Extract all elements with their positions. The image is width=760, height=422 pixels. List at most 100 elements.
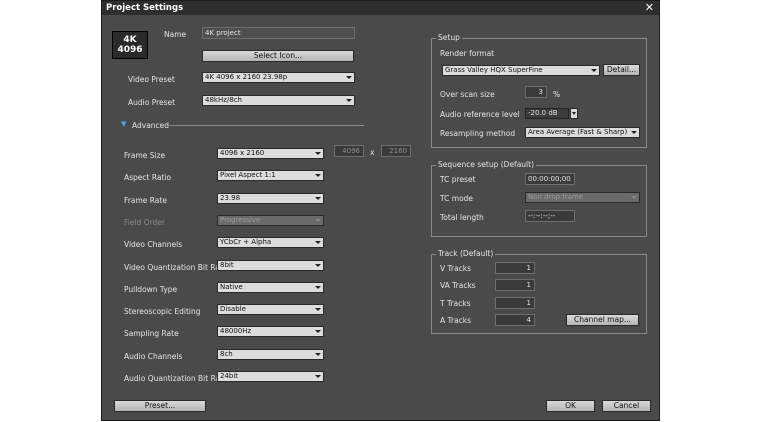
- advanced-row-value: Native: [220, 282, 243, 291]
- advanced-row-select[interactable]: 48000Hz: [217, 326, 324, 338]
- chevron-down-icon: [346, 76, 352, 79]
- chevron-down-icon: [631, 131, 637, 134]
- advanced-row-select[interactable]: Native: [217, 281, 324, 293]
- cancel-button[interactable]: Cancel: [602, 400, 651, 412]
- advanced-row-select[interactable]: Disable: [217, 304, 324, 316]
- advanced-row-label: Audio Channels: [124, 351, 183, 361]
- advanced-row-select[interactable]: 4096 x 2160: [217, 148, 324, 159]
- track-count-input[interactable]: 4: [495, 313, 535, 326]
- chevron-down-icon: [315, 352, 321, 356]
- track-group: Track (Default) V Tracks 1 VA Tracks 1 T Tra…: [431, 249, 647, 334]
- track-count-input[interactable]: 1: [495, 262, 535, 274]
- audio-reference-input[interactable]: -20.0 dB: [525, 108, 569, 119]
- chevron-down-icon: [572, 112, 576, 115]
- overscan-unit: %: [553, 90, 561, 99]
- render-format-select[interactable]: Grass Valley HQX SuperFine: [442, 65, 600, 76]
- advanced-row-value: 4096 x 2160: [220, 149, 265, 157]
- name-label: Name: [164, 30, 187, 39]
- chevron-down-icon: [346, 99, 352, 102]
- preset-button[interactable]: Preset...: [114, 400, 206, 412]
- audio-preset-label: Audio Preset: [128, 98, 176, 107]
- chevron-down-icon: [315, 263, 321, 267]
- detail-button[interactable]: Detail...: [603, 64, 640, 76]
- advanced-divider: [168, 125, 364, 126]
- name-input[interactable]: 4K project: [202, 27, 355, 39]
- video-preset-select[interactable]: 4K 4096 x 2160 23.98p: [202, 72, 355, 83]
- track-row-label: VA Tracks: [440, 281, 476, 291]
- advanced-row-label: Pulldown Type: [124, 284, 178, 294]
- tc-preset-input[interactable]: 00:00:00;00: [525, 173, 575, 185]
- total-length-label: Total length: [440, 213, 484, 222]
- sequence-setup-group: Sequence setup (Default) TC preset 00:00…: [431, 160, 647, 237]
- audio-reference-dropdown[interactable]: [570, 108, 578, 119]
- advanced-row-select[interactable]: 8bit: [217, 259, 324, 271]
- resampling-select[interactable]: Area Average (Fast & Sharp): [525, 127, 640, 138]
- track-row-label: V Tracks: [440, 264, 472, 273]
- advanced-row-value: Pixel Aspect 1:1: [220, 171, 276, 180]
- advanced-row-value: 48000Hz: [220, 327, 252, 336]
- total-length-field: --:--:--;--: [525, 210, 575, 222]
- advanced-row-select[interactable]: 23.98: [217, 192, 324, 204]
- overscan-input[interactable]: 3: [525, 86, 547, 98]
- chevron-down-icon: [631, 196, 637, 199]
- close-icon[interactable]: ✕: [645, 1, 654, 14]
- chevron-down-icon: [315, 152, 321, 155]
- audio-reference-value: -20.0 dB: [528, 109, 558, 117]
- overscan-label: Over scan size: [440, 90, 495, 99]
- advanced-row-select[interactable]: 24bit: [217, 371, 324, 382]
- resampling-value: Area Average (Fast & Sharp): [528, 128, 628, 136]
- track-row-label: A Tracks: [440, 315, 472, 325]
- chevron-down-icon: [315, 196, 321, 200]
- project-icon-line2: 4096: [117, 45, 143, 55]
- frame-width-field: 4096: [334, 145, 364, 157]
- advanced-row-value: Progressive: [220, 215, 261, 224]
- advanced-row-select[interactable]: Pixel Aspect 1:1: [217, 170, 324, 182]
- select-icon-button[interactable]: Select Icon...: [202, 50, 354, 62]
- advanced-row-label: Sampling Rate: [124, 329, 179, 339]
- advanced-row-label: Stereoscopic Editing: [124, 307, 201, 317]
- setup-title: Setup: [436, 33, 462, 42]
- chevron-down-icon: [315, 174, 321, 178]
- advanced-row-value: YCbCr + Alpha: [220, 238, 272, 247]
- audio-preset-value: 48kHz/8ch: [205, 96, 242, 104]
- advanced-row-label: Field Order: [124, 217, 166, 227]
- track-title: Track (Default): [436, 249, 496, 258]
- title-bar: Project Settings ✕: [102, 1, 659, 15]
- audio-reference-label: Audio reference level: [440, 110, 520, 119]
- advanced-label[interactable]: Advanced: [132, 121, 169, 130]
- tc-mode-value: Non drop frame: [528, 193, 584, 201]
- tc-mode-select: Non drop frame: [525, 192, 640, 203]
- project-settings-dialog: Project Settings ✕ 4K 4096 Name 4K proje…: [101, 0, 660, 421]
- chevron-down-icon: [591, 69, 597, 72]
- chevron-down-icon: [315, 285, 321, 289]
- advanced-row-label: Frame Size: [124, 151, 166, 160]
- frame-height-field: 2160: [381, 145, 411, 157]
- advanced-row-select[interactable]: 8ch: [217, 348, 324, 360]
- tc-mode-label: TC mode: [440, 194, 474, 203]
- advanced-row-value: 23.98: [220, 193, 241, 202]
- audio-preset-select[interactable]: 48kHz/8ch: [202, 95, 355, 106]
- render-format-label: Render format: [440, 49, 495, 58]
- track-count-input[interactable]: 1: [495, 296, 535, 309]
- track-count-input[interactable]: 1: [495, 279, 535, 292]
- advanced-row-value: 8bit: [220, 260, 234, 269]
- advanced-row-label: Audio Quantization Bit Rate: [124, 374, 228, 383]
- track-row-label: T Tracks: [440, 298, 471, 308]
- channel-map-button[interactable]: Channel map...: [566, 314, 639, 326]
- advanced-row-label: Frame Rate: [124, 195, 167, 205]
- project-icon-line1: 4K: [123, 35, 137, 45]
- dialog-title: Project Settings: [106, 3, 184, 13]
- chevron-down-icon: [315, 308, 321, 312]
- collapse-chevron-icon[interactable]: ▼: [121, 120, 126, 128]
- chevron-down-icon: [315, 330, 321, 334]
- ok-button[interactable]: OK: [546, 400, 595, 412]
- advanced-row-value: 24bit: [220, 372, 239, 380]
- advanced-row-label: Video Channels: [124, 240, 183, 250]
- advanced-row-select: Progressive: [217, 214, 324, 226]
- tc-preset-label: TC preset: [440, 175, 476, 184]
- frame-size-x: x: [370, 148, 375, 157]
- chevron-down-icon: [315, 218, 321, 222]
- video-preset-value: 4K 4096 x 2160 23.98p: [205, 73, 288, 81]
- advanced-row-label: Aspect Ratio: [124, 173, 172, 183]
- advanced-row-select[interactable]: YCbCr + Alpha: [217, 237, 324, 249]
